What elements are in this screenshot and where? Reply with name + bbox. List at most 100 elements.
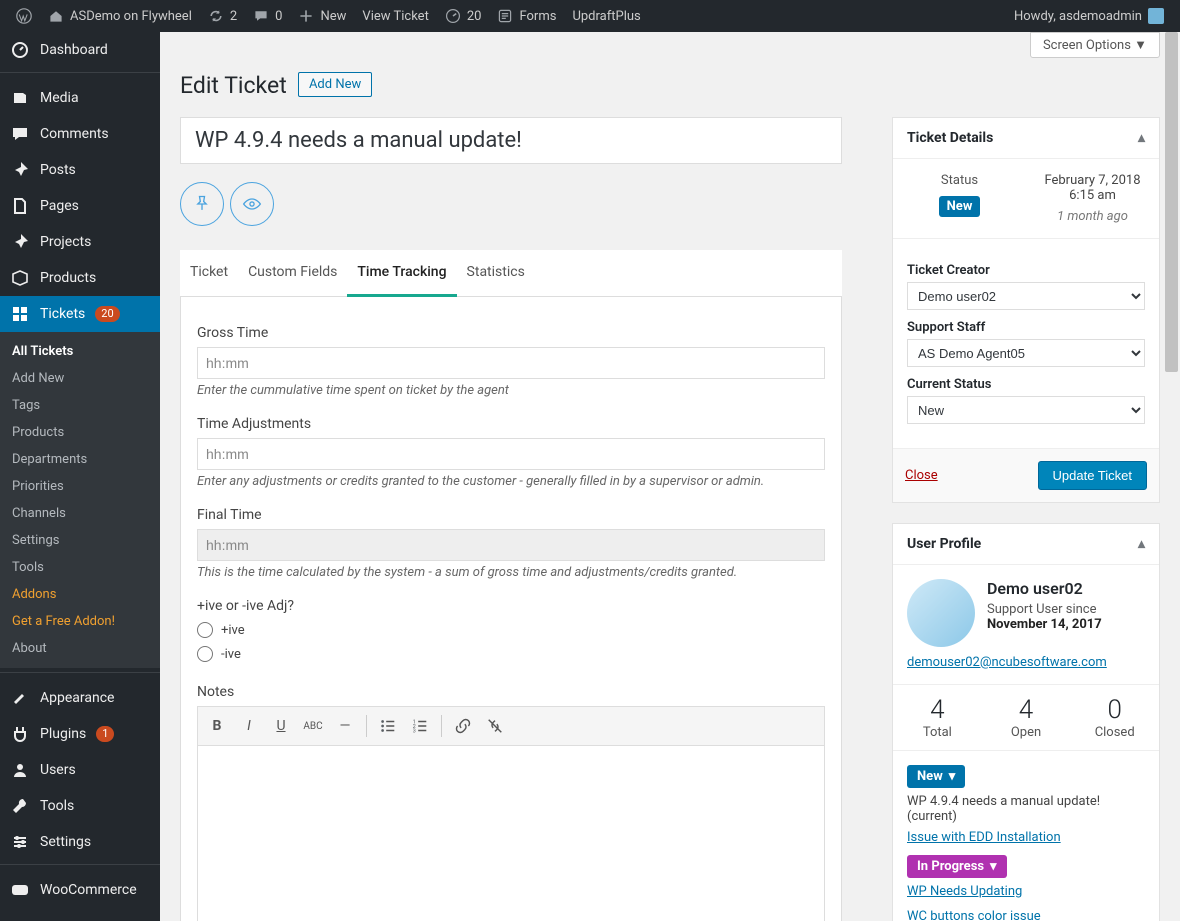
gross-time-hint: Enter the cummulative time spent on tick… — [197, 383, 825, 398]
ed-link[interactable] — [448, 711, 478, 741]
tab-statistics[interactable]: Statistics — [457, 250, 535, 296]
sub-free-addon[interactable]: Get a Free Addon! — [0, 608, 160, 635]
creator-select[interactable]: Demo user02 — [907, 282, 1145, 310]
stat-total: 4 — [893, 695, 982, 725]
profile-ticket-link[interactable]: WP Needs Updating — [907, 884, 1145, 899]
creator-label: Ticket Creator — [907, 263, 1145, 278]
sub-addons[interactable]: Addons — [0, 581, 160, 608]
pill-in-progress[interactable]: In Progress▾ — [907, 855, 1007, 878]
sub-settings[interactable]: Settings — [0, 527, 160, 554]
sub-priorities[interactable]: Priorities — [0, 473, 160, 500]
ed-underline[interactable]: U — [266, 711, 296, 741]
ed-hr[interactable]: — — [330, 711, 360, 741]
sub-about[interactable]: About — [0, 635, 160, 662]
menu-dashboard[interactable]: Dashboard — [0, 32, 160, 68]
profile-ticket-link[interactable]: Issue with EDD Installation — [907, 830, 1145, 845]
staff-select[interactable]: AS Demo Agent05 — [907, 339, 1145, 367]
sub-tools[interactable]: Tools — [0, 554, 160, 581]
sub-departments[interactable]: Departments — [0, 446, 160, 473]
tab-custom-fields[interactable]: Custom Fields — [238, 250, 347, 296]
menu-plugins[interactable]: Plugins1 — [0, 716, 160, 752]
screen-options-toggle[interactable]: Screen Options ▼ — [1030, 32, 1160, 58]
menu-pages[interactable]: Pages — [0, 188, 160, 224]
wp-logo[interactable] — [8, 0, 40, 32]
sub-channels[interactable]: Channels — [0, 500, 160, 527]
debug[interactable]: 20 — [437, 0, 490, 32]
sub-tags[interactable]: Tags — [0, 392, 160, 419]
profile-ticket-link[interactable]: WC buttons color issue — [907, 909, 1145, 921]
menu-media[interactable]: Media — [0, 80, 160, 116]
my-account[interactable]: Howdy, asdemoadmin — [1006, 0, 1172, 32]
ed-ul[interactable] — [373, 711, 403, 741]
pill-new[interactable]: New▾ — [907, 765, 965, 788]
close-link[interactable]: Close — [905, 468, 938, 483]
view-ticket[interactable]: View Ticket — [354, 0, 436, 32]
menu-settings[interactable]: Settings — [0, 824, 160, 860]
collapse-toggle[interactable]: ▴ — [1138, 536, 1145, 552]
ticket-details-box: Ticket Details▴ Status New February 7, 2… — [892, 117, 1160, 503]
list-ul-icon — [379, 717, 397, 735]
adj-input[interactable] — [197, 438, 825, 470]
collapse-toggle[interactable]: ▴ — [1138, 130, 1145, 146]
final-input[interactable] — [197, 529, 825, 561]
menu-appearance[interactable]: Appearance — [0, 680, 160, 716]
menu-posts[interactable]: Posts — [0, 152, 160, 188]
radio-minus[interactable] — [197, 646, 213, 662]
comments[interactable]: 0 — [245, 0, 290, 32]
profile-stats: 4Total 4Open 0Closed — [893, 684, 1159, 751]
refresh-icon — [208, 8, 224, 24]
site-name[interactable]: ASDemo on Flywheel — [40, 0, 200, 32]
user-profile-title: User Profile — [907, 536, 981, 552]
ed-unlink[interactable] — [480, 711, 510, 741]
tickets-submenu: All Tickets Add New Tags Products Depart… — [0, 332, 160, 668]
adminbar: ASDemo on Flywheel 2 0 New View Ticket 2… — [0, 0, 1180, 32]
radio-plus[interactable] — [197, 622, 213, 638]
wrench-icon — [10, 796, 30, 816]
forms[interactable]: Forms — [489, 0, 564, 32]
dashboard-icon — [10, 40, 30, 60]
ticket-title-input[interactable]: WP 4.9.4 needs a manual update! — [180, 117, 842, 164]
menu-comments[interactable]: Comments — [0, 116, 160, 152]
sub-add-new[interactable]: Add New — [0, 365, 160, 392]
ed-italic[interactable]: I — [234, 711, 264, 741]
plus-icon — [298, 8, 314, 24]
pin-icon — [10, 160, 30, 180]
sub-products[interactable]: Products — [0, 419, 160, 446]
menu-tickets[interactable]: Tickets20 — [0, 296, 160, 332]
updates[interactable]: 2 — [200, 0, 245, 32]
new-content[interactable]: New — [290, 0, 354, 32]
add-new-button[interactable]: Add New — [298, 72, 372, 97]
list-ol-icon: 123 — [411, 717, 429, 735]
menu-projects[interactable]: Projects — [0, 224, 160, 260]
menu-users[interactable]: Users — [0, 752, 160, 788]
sign-label: +ive or -ive Adj? — [197, 598, 825, 614]
ed-ol[interactable]: 123 — [405, 711, 435, 741]
menu-products[interactable]: Products — [0, 260, 160, 296]
gross-time-label: Gross Time — [197, 325, 825, 341]
gross-time-input[interactable] — [197, 347, 825, 379]
profile-email[interactable]: demouser02@ncubesoftware.com — [907, 655, 1145, 670]
link-icon — [454, 717, 472, 735]
updraft[interactable]: UpdraftPlus — [564, 0, 648, 32]
view-action[interactable] — [230, 182, 274, 226]
menu-tools[interactable]: Tools — [0, 788, 160, 824]
ticket-details-title: Ticket Details — [907, 130, 993, 146]
current-status-select[interactable]: New — [907, 396, 1145, 424]
notes-editor[interactable] — [197, 746, 825, 921]
box-icon — [10, 268, 30, 288]
ed-strike[interactable]: ABC — [298, 711, 328, 741]
gauge-icon — [445, 8, 461, 24]
menu-woocommerce[interactable]: WooCommerce — [0, 872, 160, 908]
sub-all-tickets[interactable]: All Tickets — [0, 338, 160, 365]
tab-time-tracking[interactable]: Time Tracking — [347, 250, 456, 297]
comment-icon — [10, 124, 30, 144]
pin-action[interactable] — [180, 182, 224, 226]
radio-plus-label: +ive — [221, 623, 245, 638]
pushpin-icon — [192, 194, 212, 214]
page-icon — [10, 196, 30, 216]
ed-bold[interactable]: B — [202, 711, 232, 741]
update-ticket-button[interactable]: Update Ticket — [1038, 461, 1148, 490]
tab-ticket[interactable]: Ticket — [180, 250, 238, 296]
stat-closed: 0 — [1070, 695, 1159, 725]
final-hint: This is the time calculated by the syste… — [197, 565, 825, 580]
